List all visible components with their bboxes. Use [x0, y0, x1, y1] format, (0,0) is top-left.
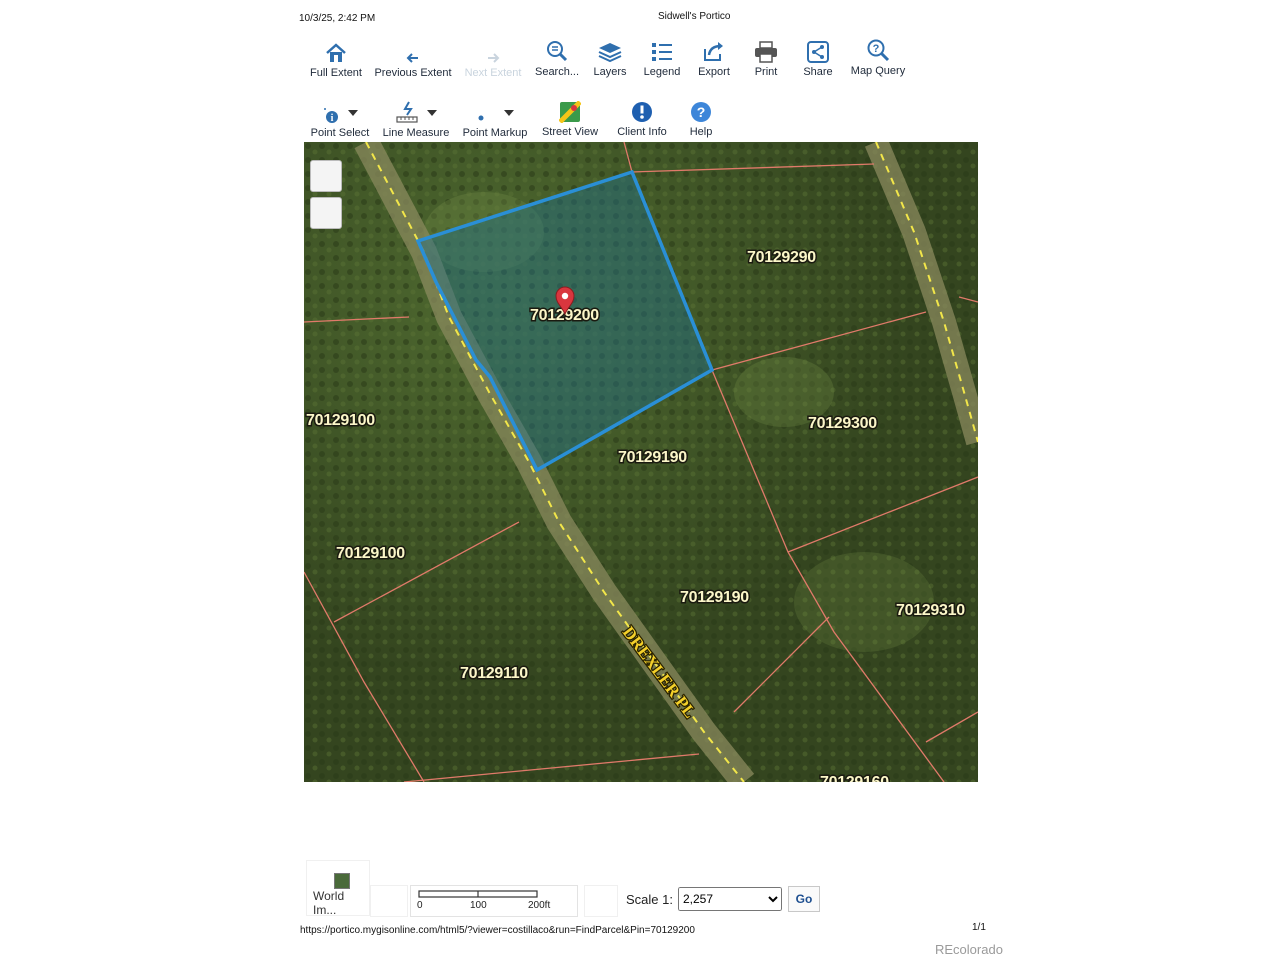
- legend-icon: [640, 37, 684, 63]
- line-measure-label: Line Measure: [382, 127, 450, 139]
- print-datetime: 10/3/25, 2:42 PM: [299, 13, 376, 24]
- parcel-label: 70129160: [820, 774, 889, 782]
- share-label: Share: [803, 66, 833, 78]
- search-button[interactable]: Search...: [534, 37, 580, 78]
- print-button[interactable]: Print: [746, 37, 786, 78]
- line-measure-icon: [382, 98, 450, 124]
- map-query-label: Map Query: [850, 65, 906, 77]
- parcel-label: 70129100: [336, 545, 405, 562]
- map-query-button[interactable]: ? Map Query: [848, 36, 908, 77]
- scale-label: Scale 1:: [626, 892, 673, 907]
- basemap-thumbnail-icon: [334, 873, 350, 889]
- scale-select[interactable]: 2,257: [678, 887, 782, 911]
- full-extent-label: Full Extent: [310, 67, 362, 79]
- page-number: 1/1: [972, 922, 986, 933]
- street-view-label: Street View: [541, 126, 599, 138]
- map-canvas[interactable]: 70129200 70129290 70129100 70129300 7012…: [304, 142, 978, 782]
- previous-extent-button[interactable]: Previous Extent: [374, 38, 452, 79]
- previous-extent-label: Previous Extent: [374, 67, 452, 79]
- search-label: Search...: [534, 66, 580, 78]
- point-select-icon: i: [308, 98, 372, 124]
- parcel-label: 70129190: [680, 589, 749, 606]
- point-select-label: Point Select: [310, 127, 370, 139]
- help-icon: ?: [684, 97, 718, 123]
- point-markup-button[interactable]: Point Markup: [460, 98, 530, 139]
- parcel-label: 70129310: [896, 602, 965, 619]
- next-extent-button[interactable]: Next Extent: [462, 38, 524, 79]
- share-icon: [798, 37, 838, 63]
- layers-icon: [590, 37, 630, 63]
- chevron-down-icon[interactable]: [504, 110, 514, 116]
- point-markup-label: Point Markup: [462, 127, 528, 139]
- basemap-label: World Im...: [313, 889, 345, 917]
- parcel-label: 70129110: [460, 665, 528, 682]
- bottom-spacer: [584, 885, 618, 917]
- legend-button[interactable]: Legend: [640, 37, 684, 78]
- parcel-label: 70129290: [747, 249, 816, 266]
- line-measure-button[interactable]: Line Measure: [382, 98, 450, 139]
- parcel-label: 70129300: [808, 415, 877, 432]
- scale-tick-label: 200ft: [528, 900, 551, 911]
- chevron-down-icon[interactable]: [348, 110, 358, 116]
- export-button[interactable]: Export: [694, 37, 734, 78]
- help-button[interactable]: ? Help: [684, 97, 718, 138]
- svg-text:i: i: [331, 113, 334, 124]
- legend-label: Legend: [643, 66, 681, 78]
- parcel-label: 70129190: [618, 449, 687, 466]
- street-view-icon: [540, 97, 600, 123]
- export-label: Export: [698, 66, 730, 78]
- print-title: Sidwell's Portico: [658, 11, 731, 22]
- print-label: Print: [754, 66, 778, 78]
- back-arrow-icon: [374, 38, 452, 64]
- scale-tick-label: 0: [417, 900, 423, 911]
- bottom-spacer: [370, 885, 408, 917]
- share-button[interactable]: Share: [798, 37, 838, 78]
- print-url: https://portico.mygisonline.com/html5/?v…: [300, 925, 695, 936]
- watermark: REcolorado: [935, 942, 1003, 957]
- printer-icon: [746, 37, 786, 63]
- scale-bar: 0 100 200ft: [410, 885, 578, 917]
- layers-label: Layers: [593, 66, 627, 78]
- pin-dot: [561, 292, 569, 300]
- layers-button[interactable]: Layers: [590, 37, 630, 78]
- export-icon: [694, 37, 734, 63]
- info-icon: [612, 97, 672, 123]
- chevron-down-icon[interactable]: [427, 110, 437, 116]
- search-list-icon: [534, 37, 580, 63]
- street-view-button[interactable]: Street View: [540, 97, 600, 138]
- svg-text:?: ?: [697, 104, 706, 120]
- map-view[interactable]: 70129200 70129290 70129100 70129300 7012…: [304, 142, 978, 782]
- next-extent-label: Next Extent: [464, 67, 522, 79]
- map-query-icon: ?: [848, 36, 908, 62]
- client-info-label: Client Info: [617, 126, 667, 138]
- basemap-selector[interactable]: World Im...: [306, 860, 370, 917]
- zoom-out-button[interactable]: [310, 197, 342, 229]
- help-label: Help: [689, 126, 713, 138]
- forward-arrow-icon: [462, 38, 524, 64]
- client-info-button[interactable]: Client Info: [612, 97, 672, 138]
- scale-bar-graphic: [418, 890, 538, 898]
- point-select-button[interactable]: i Point Select: [308, 98, 372, 139]
- full-extent-button[interactable]: Full Extent: [308, 38, 364, 79]
- zoom-in-button[interactable]: [310, 160, 342, 192]
- parcel-label: 70129100: [306, 412, 375, 429]
- home-icon: [308, 38, 364, 64]
- point-markup-icon: [460, 98, 530, 124]
- svg-text:?: ?: [873, 43, 880, 55]
- go-button[interactable]: Go: [788, 886, 820, 912]
- scale-tick-label: 100: [470, 900, 487, 911]
